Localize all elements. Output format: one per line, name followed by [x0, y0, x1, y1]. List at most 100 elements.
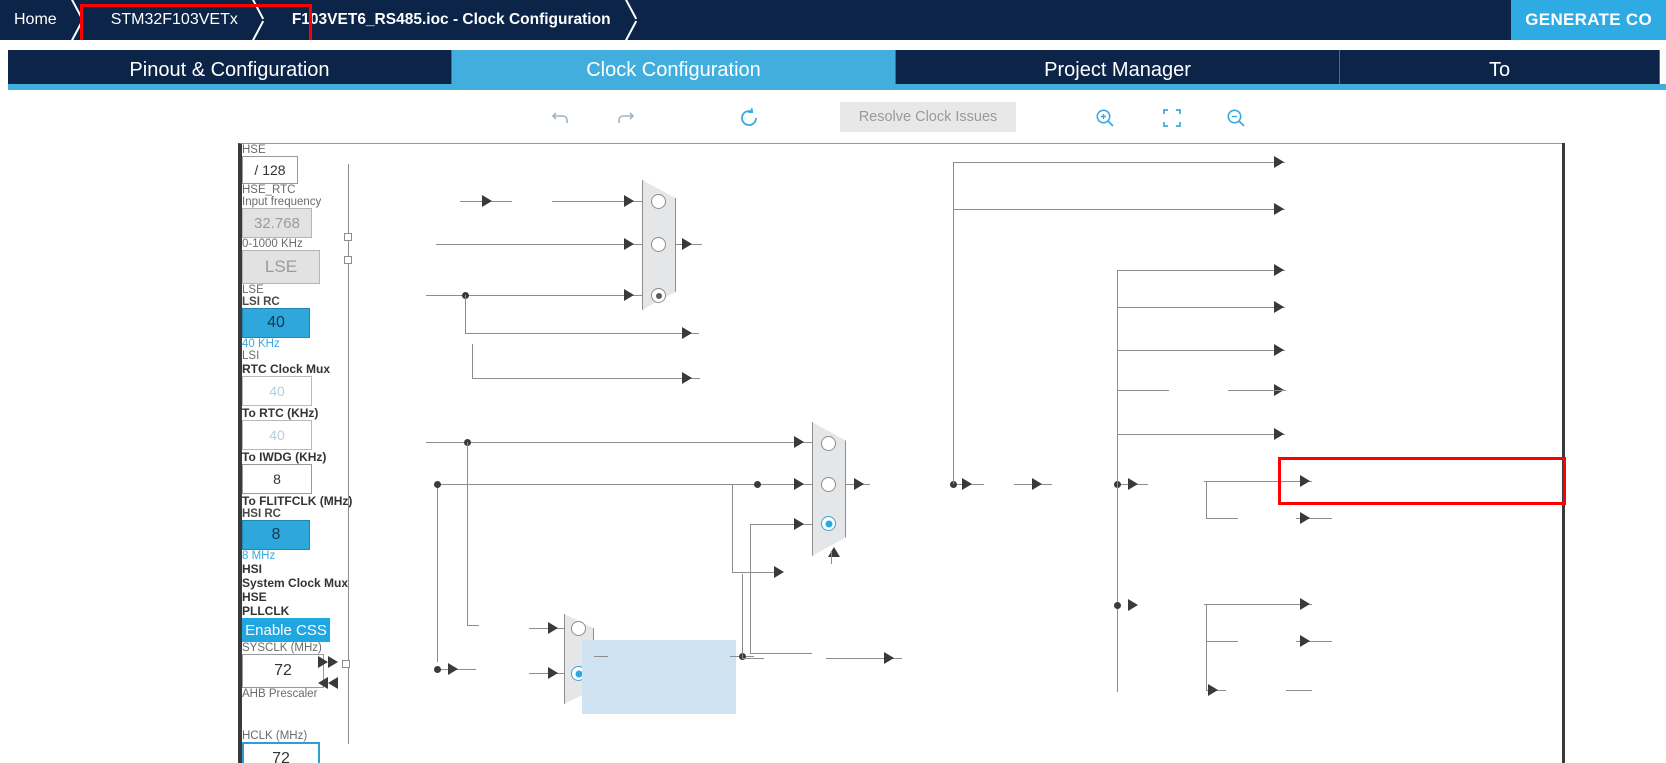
arrow-hclk-ahb — [1274, 344, 1284, 356]
chevron-right-icon-2 — [248, 0, 274, 40]
wire-adc-out — [1286, 690, 1312, 692]
arrow-pllclk-sysmux — [794, 518, 804, 530]
lse-input-frequency-value: 32.768 — [254, 214, 300, 232]
wire-to-sdio — [1117, 307, 1285, 309]
arrow-lse-mux — [624, 238, 634, 250]
zoom-in-icon[interactable] — [1090, 103, 1120, 133]
chevron-right-icon-1 — [67, 0, 93, 40]
lse-terminal-top — [344, 233, 352, 241]
wire-hsi-to-sysmux — [426, 442, 812, 444]
tab-project-label: Project Manager — [1044, 58, 1191, 81]
sysclk-value: 72 — [274, 662, 292, 679]
tab-pinout-label: Pinout & Configuration — [129, 58, 330, 81]
wire-to-flitfclk — [472, 378, 700, 380]
chevron-right-icon-3 — [621, 0, 647, 40]
undo-icon[interactable] — [546, 103, 576, 133]
wire-hsi-down — [467, 442, 469, 626]
enable-css-button[interactable]: Enable CSS — [242, 618, 330, 642]
label-hclk: HCLK (MHz) — [242, 730, 308, 742]
wire-apb1-pclk1 — [1204, 481, 1312, 483]
wire-to-i2s2 — [953, 162, 1285, 164]
sys-mux-option-hsi[interactable] — [821, 436, 836, 451]
breadcrumb-home[interactable]: Home — [0, 0, 67, 40]
sys-mux-option-hse[interactable] — [821, 477, 836, 492]
wire-lsi-down-iwdg — [465, 295, 467, 334]
wire-pll-out-bottom — [750, 653, 812, 655]
wire-hse-down-pllmux — [437, 484, 439, 662]
reset-icon[interactable] — [734, 103, 764, 133]
to-rtc-label: To RTC (KHz) — [242, 406, 319, 420]
label-rtc-clock-mux: RTC Clock Mux — [242, 362, 331, 376]
sysclk-box[interactable]: 72 — [242, 654, 324, 688]
to-rtc-box[interactable]: 40 — [242, 376, 312, 406]
tab-clock-label: Clock Configuration — [586, 58, 761, 81]
zoom-out-icon[interactable] — [1221, 103, 1251, 133]
hsi-rc-value-field[interactable]: 8 — [242, 520, 310, 550]
to-flitfclk-value: 8 — [273, 471, 281, 487]
to-iwdg-box[interactable]: 40 — [242, 420, 312, 450]
arrow-ahb-prescaler — [962, 478, 972, 490]
to-iwdg-value: 40 — [269, 427, 285, 443]
generate-code-button[interactable]: GENERATE CO — [1511, 0, 1666, 40]
arrow-hclk — [1032, 478, 1042, 490]
arrow-apb1-timer — [1300, 512, 1310, 524]
junction-hse-down — [434, 481, 441, 488]
resolve-clock-issues-label: Resolve Clock Issues — [858, 109, 998, 125]
label-ahb-prescaler: AHB Prescaler — [242, 688, 318, 700]
arrow-sysclk — [854, 478, 864, 490]
arrow-fsmc — [1274, 264, 1284, 276]
breadcrumb-device[interactable]: STM32F103VETx — [93, 0, 248, 40]
label-hsi-sysmux-input: HSI — [242, 562, 263, 576]
to-iwdg-label: To IWDG (KHz) — [242, 450, 327, 464]
pll-band — [582, 640, 736, 714]
lse-input-frequency-field[interactable]: 32.768 — [242, 208, 312, 238]
wire-cortex-out — [1228, 390, 1286, 392]
arrow-hse-sysmux — [794, 478, 804, 490]
arrow-hse-in-2 — [328, 656, 338, 668]
tab-underline — [8, 84, 1666, 90]
junction-hse-sysmux — [754, 481, 761, 488]
arrow-apb2-timer — [1300, 635, 1310, 647]
label-lsi-unit: 40 KHz — [242, 338, 280, 350]
arrow-i2s3 — [1274, 203, 1284, 215]
clock-toolbar — [0, 95, 1666, 140]
arrow-to-rtc — [682, 238, 692, 250]
wire-pllmux-to-pllin — [594, 656, 608, 658]
pll-mux-option-hsi[interactable] — [571, 621, 586, 636]
lsi-rc-value-field[interactable]: 40 — [242, 308, 310, 338]
rtc-mux-option-lse[interactable] — [651, 237, 666, 252]
to-flitfclk-box[interactable]: 8 — [242, 464, 312, 494]
clock-tree-canvas[interactable]: HSE / 128 HSE_RTC Input frequency 32.768… — [238, 143, 1564, 763]
wire-lsi-to-iwdg — [465, 333, 699, 335]
main-tabbar: Pinout & Configuration Clock Configurati… — [0, 40, 1666, 90]
breadcrumb-file[interactable]: F103VET6_RS485.ioc - Clock Configuration — [274, 0, 621, 40]
wire-apb2-to-x1 — [1206, 641, 1238, 643]
arrow-to-usb — [884, 652, 894, 664]
arrow-apb1-periph — [1300, 475, 1310, 487]
hclk-box[interactable]: 72 — [242, 742, 320, 763]
sys-mux-option-pllclk[interactable] — [821, 516, 836, 531]
label-hse-rtc: HSE_RTC — [242, 184, 296, 196]
wire-lse-to-rtcmux — [436, 244, 642, 246]
label-lse-input-frequency: Input frequency — [242, 196, 322, 208]
arrow-apb2-periph — [1300, 598, 1310, 610]
arrow-sdio — [1274, 301, 1284, 313]
resolve-clock-issues-button[interactable]: Resolve Clock Issues — [840, 102, 1016, 132]
breadcrumb-file-label: F103VET6_RS485.ioc - Clock Configuration — [291, 11, 611, 28]
breadcrumb-home-label: Home — [14, 11, 57, 28]
arrow-flitfclk — [682, 372, 692, 384]
redo-icon[interactable] — [610, 103, 640, 133]
wire-to-cortex-prescaler — [1117, 390, 1169, 392]
arrow-hse-div — [448, 663, 458, 675]
arrow-adc-prescaler — [1208, 684, 1218, 696]
lse-source-box[interactable]: LSE — [242, 250, 320, 284]
rtc-mux-option-hse-rtc[interactable] — [651, 194, 666, 209]
hse-div128-value: / 128 — [254, 162, 286, 178]
wire-apb1-down — [1206, 481, 1208, 519]
enable-css-label: Enable CSS — [245, 621, 327, 639]
wire-to-fsmc — [1117, 270, 1285, 272]
fit-to-screen-icon[interactable] — [1157, 103, 1187, 133]
rtc-mux-option-lsi[interactable] — [651, 288, 666, 303]
wire-flitfclk-vertical — [472, 344, 474, 378]
hclk-value: 72 — [272, 750, 290, 763]
